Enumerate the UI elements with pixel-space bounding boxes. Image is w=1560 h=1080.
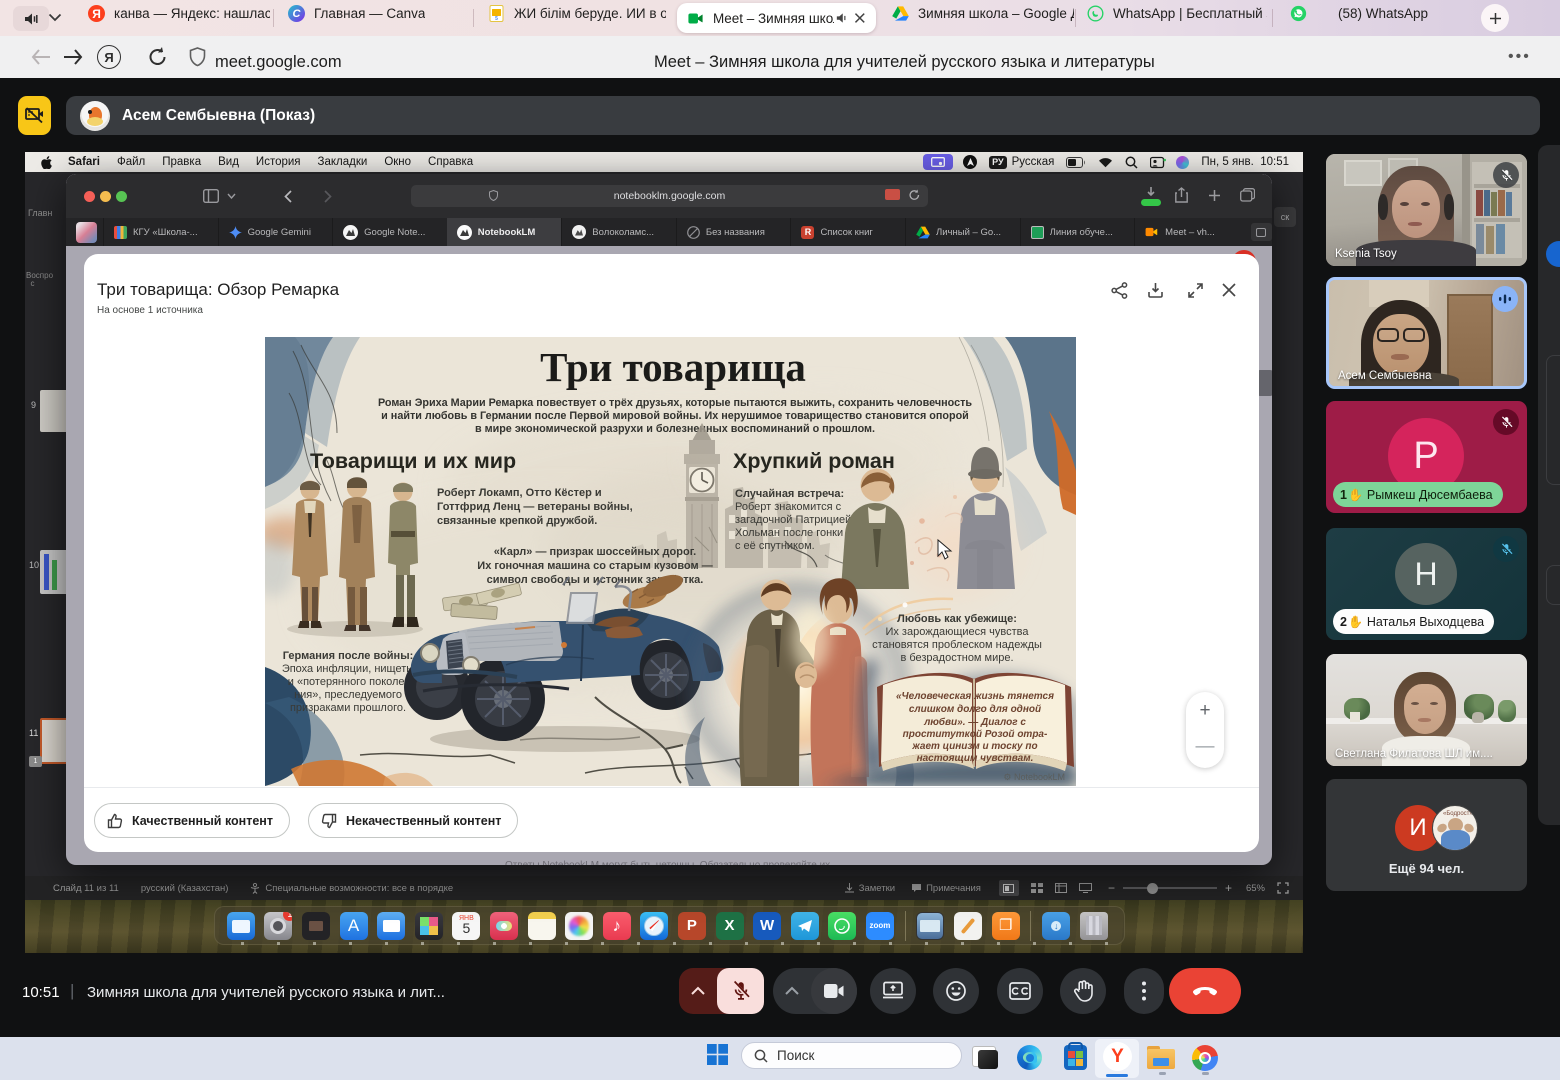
svg-text:Их гоночная машина со старым к: Их гоночная машина со старым кузовом — [477,560,712,572]
svg-text:слишком долго для одной: слишком долго для одной [909,704,1041,715]
svg-text:связанные крепкой дружбой.: связанные крепкой дружбой. [437,515,597,527]
svg-text:ния», преследуемого: ния», преследуемого [294,689,402,701]
svg-text:«Человеческая жизнь тянется: «Человеческая жизнь тянется [896,691,1054,702]
svg-text:Эпоха инфляции, нищеты: Эпоха инфляции, нищеты [282,663,414,675]
svg-text:в мире экономической разрухи и: в мире экономической разрухи и болезненн… [475,423,875,435]
svg-text:Роман Эриха Марии Ремарка пове: Роман Эриха Марии Ремарка повествует о т… [378,397,972,409]
svg-text:Их зарождающиеся чувства: Их зарождающиеся чувства [885,626,1029,638]
svg-text:Случайная встреча:: Случайная встреча: [735,488,844,500]
svg-text:с её спутником.: с её спутником. [735,540,815,552]
svg-text:Три товарища: Три товарища [540,344,806,390]
svg-text:призраками прошлого.: призраками прошлого. [290,702,406,714]
svg-text:в безрадостном мире.: в безрадостном мире. [900,652,1013,664]
svg-text:становятся проблеском надежды: становятся проблеском надежды [872,639,1042,651]
svg-text:настоящим чувствам.: настоящим чувствам. [917,753,1034,764]
svg-text:«Карл» — призрак шоссейных дор: «Карл» — призрак шоссейных дорог. [494,546,697,558]
svg-text:Товарищи и их мир: Товарищи и их мир [310,449,516,473]
svg-text:и «потерянного поколе-: и «потерянного поколе- [288,676,409,688]
svg-text:5: 5 [495,16,498,22]
svg-text:Хольман после гонки: Хольман после гонки [735,527,843,539]
svg-text:Любовь как убежище:: Любовь как убежище: [897,613,1017,625]
svg-text:проституткой Розой отра-: проституткой Розой отра- [903,729,1048,740]
svg-text:Роберт Локамп, Отто Кёстер и: Роберт Локамп, Отто Кёстер и [437,487,602,499]
svg-text:Германия после войны:: Германия после войны: [283,650,414,662]
svg-text:загадочной Патрицией: загадочной Патрицией [735,514,851,526]
svg-text:любви». — Диалог с: любви». — Диалог с [923,716,1026,728]
svg-text:Хрупкий роман: Хрупкий роман [733,449,895,473]
svg-text:⚙ NotebookLM: ⚙ NotebookLM [1003,772,1065,782]
svg-text:Готтфрид Ленц — ветераны войны: Готтфрид Ленц — ветераны войны, [437,501,633,513]
svg-text:жает цинизм и тоску по: жает цинизм и тоску по [911,741,1037,752]
svg-text:и найти любовь в Германии посл: и найти любовь в Германии после Первой м… [381,410,969,422]
svg-text:Роберт знакомится с: Роберт знакомится с [735,501,842,513]
